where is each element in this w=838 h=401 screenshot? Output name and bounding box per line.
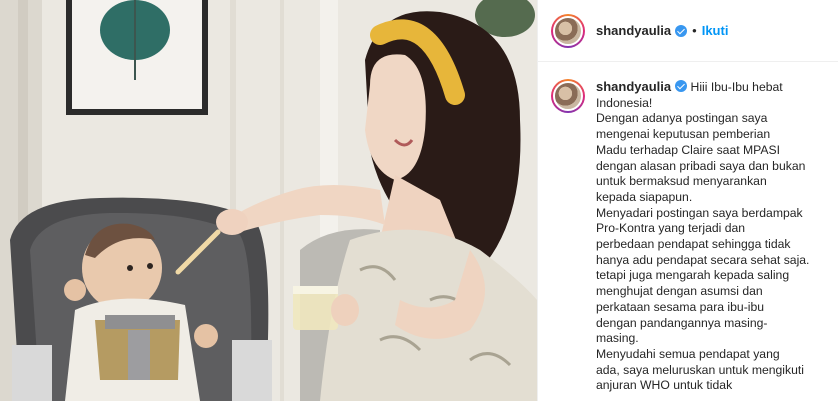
caption-line: ada, saya meluruskan untuk mengikuti [596,362,804,377]
avatar-image [553,15,583,46]
caption-line: Hiii Ibu-Ibu hebat [690,80,783,94]
caption-line: Menyudahi semua pendapat yang [596,346,780,361]
caption-line: menghujat dengan asumsi dan [596,284,763,299]
follow-button[interactable]: Ikuti [702,23,729,38]
caption-line: perbedaan pendapat sehingga tidak [596,237,791,252]
caption-line: Menyadari postingan saya berdampak [596,205,803,220]
post-sidebar: shandyaulia • Ikuti shandyaulia Hiii Ibu… [537,0,838,401]
caption-line: kepada siapapun. [596,189,693,204]
instagram-post: shandyaulia • Ikuti shandyaulia Hiii Ibu… [0,0,838,401]
caption-line: hanya adu pendapat secara sehat saja. [596,252,810,267]
wall-frame [66,0,208,115]
author-avatar[interactable] [551,13,585,48]
caption-text: shandyaulia Hiii Ibu-Ibu hebat Indonesia… [596,79,828,394]
author-username[interactable]: shandyaulia [596,23,671,38]
caption-comment: shandyaulia Hiii Ibu-Ibu hebat Indonesia… [538,62,838,394]
caption-line: masing. [596,331,639,346]
caption-line: tetapi juga mengarah kepada saling [596,268,790,283]
caption-avatar[interactable] [551,79,585,113]
post-photo[interactable] [0,0,537,401]
photo-illustration [0,0,537,401]
caption-line: untuk bermaksud menyarankan [596,174,767,189]
post-header: shandyaulia • Ikuti [538,0,838,62]
caption-first-line: shandyaulia Hiii Ibu-Ibu hebat [596,79,828,96]
header-separator: • [692,23,697,38]
verified-badge-icon [675,80,688,92]
caption-username[interactable]: shandyaulia [596,79,671,94]
avatar-image [553,81,583,111]
caption-line: dengan alasan pribadi saya dan bukan [596,158,806,173]
caption-line: anjuran WHO untuk tidak [596,378,733,393]
caption-line: mengenai keputusan pemberian [596,127,771,142]
caption-line: perkataan sesama para ibu-ibu [596,299,765,314]
caption-line: Indonesia! [596,95,653,110]
caption-line: Dengan adanya postingan saya [596,111,768,126]
caption-line: Pro-Kontra yang terjadi dan [596,221,746,236]
caption-line: Madu terhadap Claire saat MPASI [596,142,781,157]
verified-badge-icon [675,24,688,37]
caption-line: dengan pandangannya masing- [596,315,768,330]
